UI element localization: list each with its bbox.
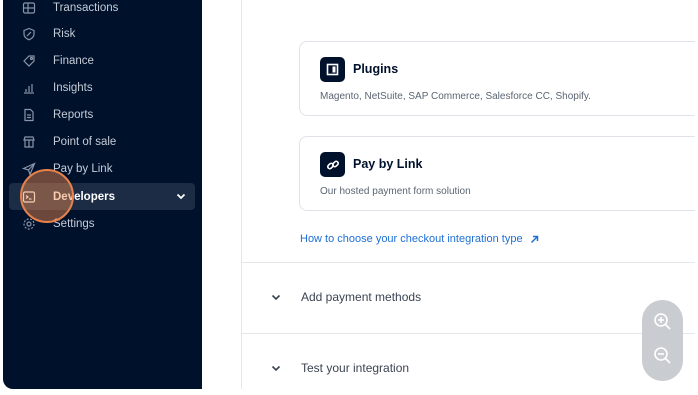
bar-chart-icon [22,81,36,95]
click-indicator [20,169,74,223]
store-icon [22,135,36,149]
help-link-label: How to choose your checkout integration … [300,233,523,245]
zoom-out-icon [654,347,671,364]
divider [242,333,695,334]
sidebar-item-risk[interactable]: Risk [9,20,195,47]
zoom-in-button[interactable] [652,311,673,332]
chevron-down-icon[interactable] [175,190,187,202]
sidebar-item-label: Risk [53,27,76,40]
zoom-controls [642,300,683,381]
plugins-card-description: Magento, NetSuite, SAP Commerce, Salesfo… [320,91,591,102]
sidebar-item-label: Finance [53,54,94,67]
section-label: Test your integration [301,361,410,375]
zoom-in-icon [654,313,671,330]
pay-by-link-card-title: Pay by Link [353,157,423,171]
chevron-down-icon [271,294,281,301]
section-test-your-integration[interactable]: Test your integration [270,361,409,375]
section-label: Add payment methods [301,290,422,304]
sidebar-item-insights[interactable]: Insights [9,74,195,101]
plugins-card[interactable]: Plugins Magento, NetSuite, SAP Commerce,… [299,41,695,116]
plugins-card-title: Plugins [353,62,399,76]
sidebar-item-label: Reports [53,108,94,121]
app-window: Transactions Risk Finance Insights Repor… [3,0,695,389]
sidebar-item-label: Point of sale [53,135,117,148]
document-icon [22,108,36,122]
table-icon [22,1,36,15]
divider [242,262,695,263]
pay-by-link-card[interactable]: Pay by Link Our hosted payment form solu… [299,136,695,211]
sidebar-item-transactions[interactable]: Transactions [9,0,195,21]
link-icon [320,152,345,177]
zoom-out-button[interactable] [652,345,673,366]
checkout-integration-help-link[interactable]: How to choose your checkout integration … [300,233,539,245]
sidebar-item-label: Insights [53,81,93,94]
sidebar-item-point-of-sale[interactable]: Point of sale [9,128,195,155]
external-link-icon [530,235,538,243]
pay-by-link-card-description: Our hosted payment form solution [320,186,471,197]
sidebar-item-finance[interactable]: Finance [9,47,195,74]
main-content: Plugins Magento, NetSuite, SAP Commerce,… [241,0,695,389]
plugin-icon [320,57,345,82]
tag-icon [22,54,36,68]
sidebar-item-reports[interactable]: Reports [9,101,195,128]
shield-icon [22,27,36,41]
section-add-payment-methods[interactable]: Add payment methods [270,290,421,304]
chevron-down-icon [271,365,281,372]
sidebar-item-label: Transactions [53,1,119,14]
